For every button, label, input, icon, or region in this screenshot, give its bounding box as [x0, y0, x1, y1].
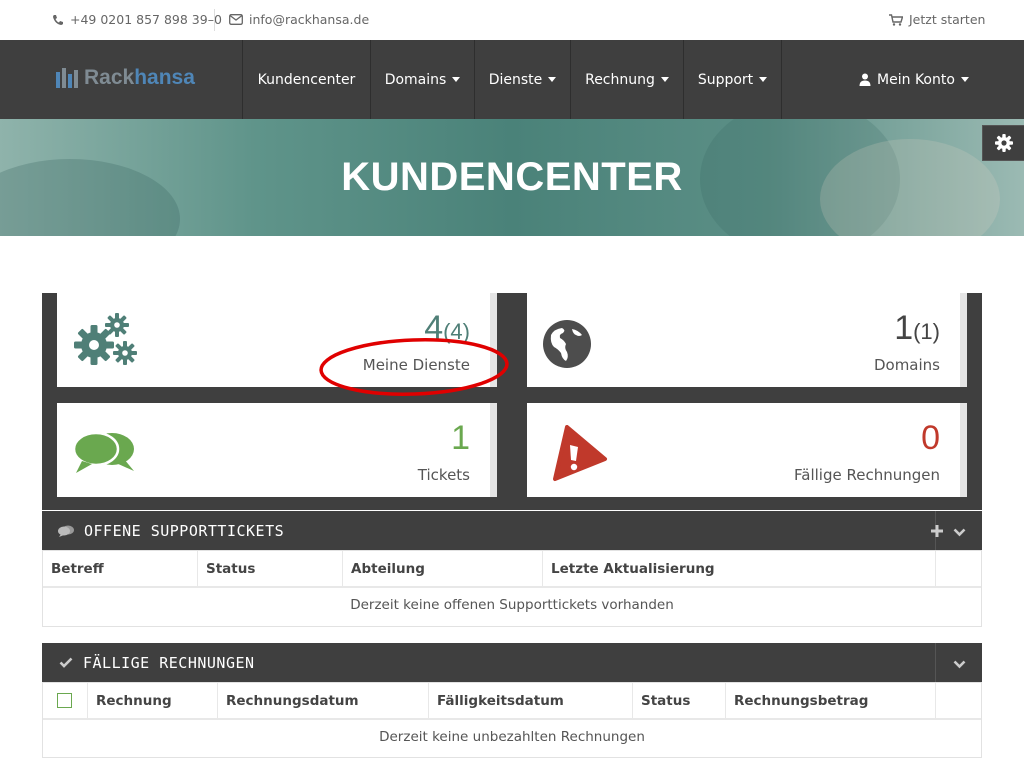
- logo-text-hansa: hansa: [134, 66, 195, 89]
- phone-contact[interactable]: +49 0201 857 898 39–0: [52, 12, 222, 27]
- services-count: 4(4): [424, 309, 470, 348]
- column-header[interactable]: Rechnungsdatum: [218, 683, 429, 718]
- select-all-checkbox[interactable]: [57, 693, 72, 708]
- tickets-label: Tickets: [417, 466, 470, 484]
- column-header[interactable]: Status: [633, 683, 726, 718]
- domains-count: 1(1): [894, 309, 940, 348]
- cart-icon: [889, 13, 903, 26]
- logo-text-rack: Rack: [84, 66, 135, 89]
- table-header: Betreff Status Abteilung Letzte Aktualis…: [43, 551, 981, 588]
- column-header[interactable]: Abteilung: [343, 551, 543, 586]
- column-header[interactable]: Status: [198, 551, 343, 586]
- tickets-count: 1: [451, 419, 470, 457]
- start-link[interactable]: Jetzt starten: [889, 12, 985, 27]
- empty-message: Derzeit keine offenen Supporttickets vor…: [350, 597, 674, 613]
- column-header[interactable]: Rechnung: [88, 683, 218, 718]
- plus-icon[interactable]: [931, 525, 943, 537]
- logo-bars-icon: [56, 68, 78, 88]
- nav-domains[interactable]: Domains: [370, 40, 474, 119]
- tickets-panel-header: OFFENE SUPPORTTICKETS: [42, 511, 982, 550]
- invoices-table: Rechnung Rechnungsdatum Fälligkeitsdatum…: [42, 682, 982, 758]
- nav-label: Mein Konto: [877, 71, 955, 88]
- services-label: Meine Dienste: [362, 356, 470, 374]
- column-header[interactable]: Fälligkeitsdatum: [429, 683, 633, 718]
- tile-tickets[interactable]: 1 Tickets: [57, 403, 497, 497]
- tile-invoices[interactable]: 0 Fällige Rechnungen: [527, 403, 967, 497]
- nav-support[interactable]: Support: [683, 40, 782, 119]
- caret-down-icon: [759, 77, 768, 82]
- invoices-panel-header: FÄLLIGE RECHNUNGEN: [42, 643, 982, 682]
- tickets-panel-title: OFFENE SUPPORTTICKETS: [84, 521, 285, 540]
- gears-icon: [74, 313, 137, 365]
- empty-message: Derzeit keine unbezahlten Rechnungen: [379, 729, 645, 745]
- services-count-value: 4: [424, 309, 444, 347]
- chevron-down-icon[interactable]: [953, 528, 966, 537]
- divider: [214, 9, 215, 31]
- globe-icon: [543, 320, 591, 368]
- warning-icon: [553, 425, 607, 481]
- column-header[interactable]: Rechnungsbetrag: [726, 683, 936, 718]
- user-icon: [859, 73, 871, 86]
- nav-rechnung[interactable]: Rechnung: [570, 40, 683, 119]
- nav-label: Dienste: [488, 71, 543, 88]
- divider: [935, 643, 936, 682]
- phone-number: +49 0201 857 898 39–0: [70, 12, 222, 27]
- comments-icon: [58, 525, 74, 537]
- nav-label: Rechnung: [585, 71, 655, 88]
- email-contact[interactable]: info@rackhansa.de: [229, 12, 369, 27]
- nav-kundencenter[interactable]: Kundencenter: [242, 40, 370, 119]
- nav-account[interactable]: Mein Konto: [846, 40, 982, 119]
- tickets-table: Betreff Status Abteilung Letzte Aktualis…: [42, 550, 982, 627]
- column-header[interactable]: Letzte Aktualisierung: [543, 551, 936, 586]
- tile-domains[interactable]: 1(1) Domains: [527, 293, 967, 387]
- column-header[interactable]: Betreff: [43, 551, 198, 586]
- tile-services[interactable]: 4(4) Meine Dienste: [57, 293, 497, 387]
- start-label: Jetzt starten: [909, 12, 986, 27]
- main-navigation: Rackhansa Kundencenter Domains Dienste R…: [0, 40, 1024, 119]
- settings-toggle[interactable]: [982, 125, 1024, 161]
- email-address: info@rackhansa.de: [249, 12, 370, 27]
- caret-down-icon: [452, 77, 461, 82]
- invoices-panel-title: FÄLLIGE RECHNUNGEN: [83, 653, 255, 672]
- top-bar: +49 0201 857 898 39–0 info@rackhansa.de …: [0, 0, 1024, 40]
- domains-label: Domains: [873, 356, 940, 374]
- page-title: KUNDENCENTER: [341, 155, 683, 199]
- select-all-cell: [43, 683, 88, 718]
- invoices-count: 0: [921, 419, 940, 457]
- nav-label: Support: [697, 71, 754, 88]
- column-header: [936, 683, 981, 718]
- caret-down-icon: [960, 77, 969, 82]
- table-header: Rechnung Rechnungsdatum Fälligkeitsdatum…: [43, 683, 981, 720]
- caret-down-icon: [660, 77, 669, 82]
- domains-count-value: 1: [894, 309, 914, 347]
- stats-panel: 4(4) Meine Dienste 1(1) Domains 1 Ticket…: [42, 293, 982, 510]
- gear-icon: [994, 134, 1013, 152]
- nav-dienste[interactable]: Dienste: [474, 40, 570, 119]
- hero-banner: KUNDENCENTER: [0, 119, 1024, 236]
- services-total: (4): [443, 319, 470, 344]
- invoices-label: Fällige Rechnungen: [794, 466, 940, 484]
- phone-icon: [53, 14, 63, 25]
- envelope-icon: [229, 14, 243, 25]
- column-header: [936, 551, 981, 586]
- domains-total: (1): [913, 319, 940, 344]
- comments-icon: [72, 431, 134, 473]
- nav-label: Kundencenter: [257, 71, 356, 88]
- chevron-down-icon[interactable]: [953, 660, 966, 669]
- caret-down-icon: [548, 77, 557, 82]
- nav-label: Domains: [384, 71, 447, 88]
- check-icon: [59, 657, 73, 668]
- logo[interactable]: Rackhansa: [56, 66, 195, 90]
